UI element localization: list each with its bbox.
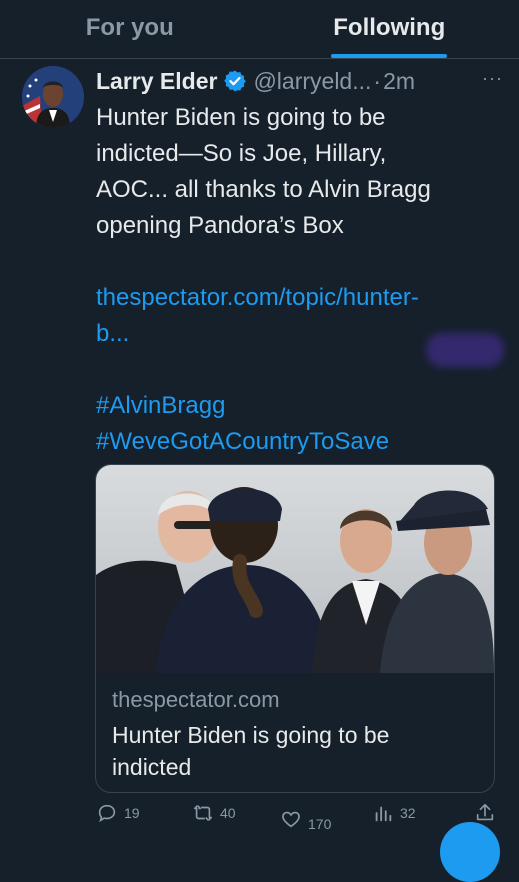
views-icon — [372, 802, 394, 824]
active-tab-indicator — [331, 54, 447, 58]
retweet-icon — [192, 802, 214, 824]
like-icon — [280, 808, 302, 830]
views-button[interactable]: 32 — [372, 802, 416, 824]
redaction-mark — [426, 333, 504, 367]
hashtag-alvinbragg[interactable]: #AlvinBragg — [96, 388, 506, 424]
tab-for-you-label: For you — [86, 14, 174, 42]
tweet-text-line: indicted—So is Joe, Hillary, — [96, 136, 506, 172]
separator: · — [373, 68, 381, 95]
tab-following[interactable]: Following — [260, 0, 519, 58]
timestamp[interactable]: 2m — [383, 68, 415, 95]
tab-for-you[interactable]: For you — [0, 0, 260, 58]
author-handle[interactable]: @larryeld... — [253, 68, 371, 95]
timeline-tabs: For you Following — [0, 0, 519, 59]
link-preview-card[interactable]: thespectator.com Hunter Biden is going t… — [95, 464, 495, 793]
views-count: 32 — [400, 805, 416, 821]
share-button[interactable] — [474, 802, 502, 824]
share-icon — [474, 802, 496, 824]
card-photo — [96, 465, 494, 673]
avatar[interactable] — [22, 66, 84, 128]
like-button[interactable]: 170 — [280, 806, 331, 832]
hashtag-wevegotacountrytosave[interactable]: #WeveGotACountryToSave — [96, 424, 506, 460]
reply-icon — [96, 802, 118, 824]
verified-badge-icon — [223, 69, 247, 93]
compose-button[interactable] — [440, 822, 500, 882]
tweet-text-line: AOC... all thanks to Alvin Bragg — [96, 172, 506, 208]
retweet-button[interactable]: 40 — [192, 802, 236, 824]
retweet-count: 40 — [220, 805, 236, 821]
tweet-text: Hunter Biden is going to be indicted—So … — [96, 100, 506, 460]
like-count: 170 — [308, 816, 331, 832]
tweet-link[interactable]: thespectator.com/topic/hunter- — [96, 280, 506, 316]
reply-count: 19 — [124, 805, 140, 821]
more-options-icon[interactable]: ··· — [482, 68, 503, 89]
card-title: Hunter Biden is going to be indicted — [112, 719, 482, 783]
tweet-actions: 19 40 170 32 — [96, 802, 506, 832]
card-title-line: Hunter Biden is going to be — [112, 719, 482, 751]
tweet-header: Larry Elder @larryeld... · 2m — [96, 64, 519, 98]
tweet-text-line: Hunter Biden is going to be — [96, 100, 506, 136]
tweet-text-line: opening Pandora’s Box — [96, 208, 506, 244]
reply-button[interactable]: 19 — [96, 802, 140, 824]
card-title-line: indicted — [112, 751, 482, 783]
card-domain: thespectator.com — [112, 687, 280, 713]
tab-following-label: Following — [333, 14, 445, 42]
author-name[interactable]: Larry Elder — [96, 68, 217, 95]
